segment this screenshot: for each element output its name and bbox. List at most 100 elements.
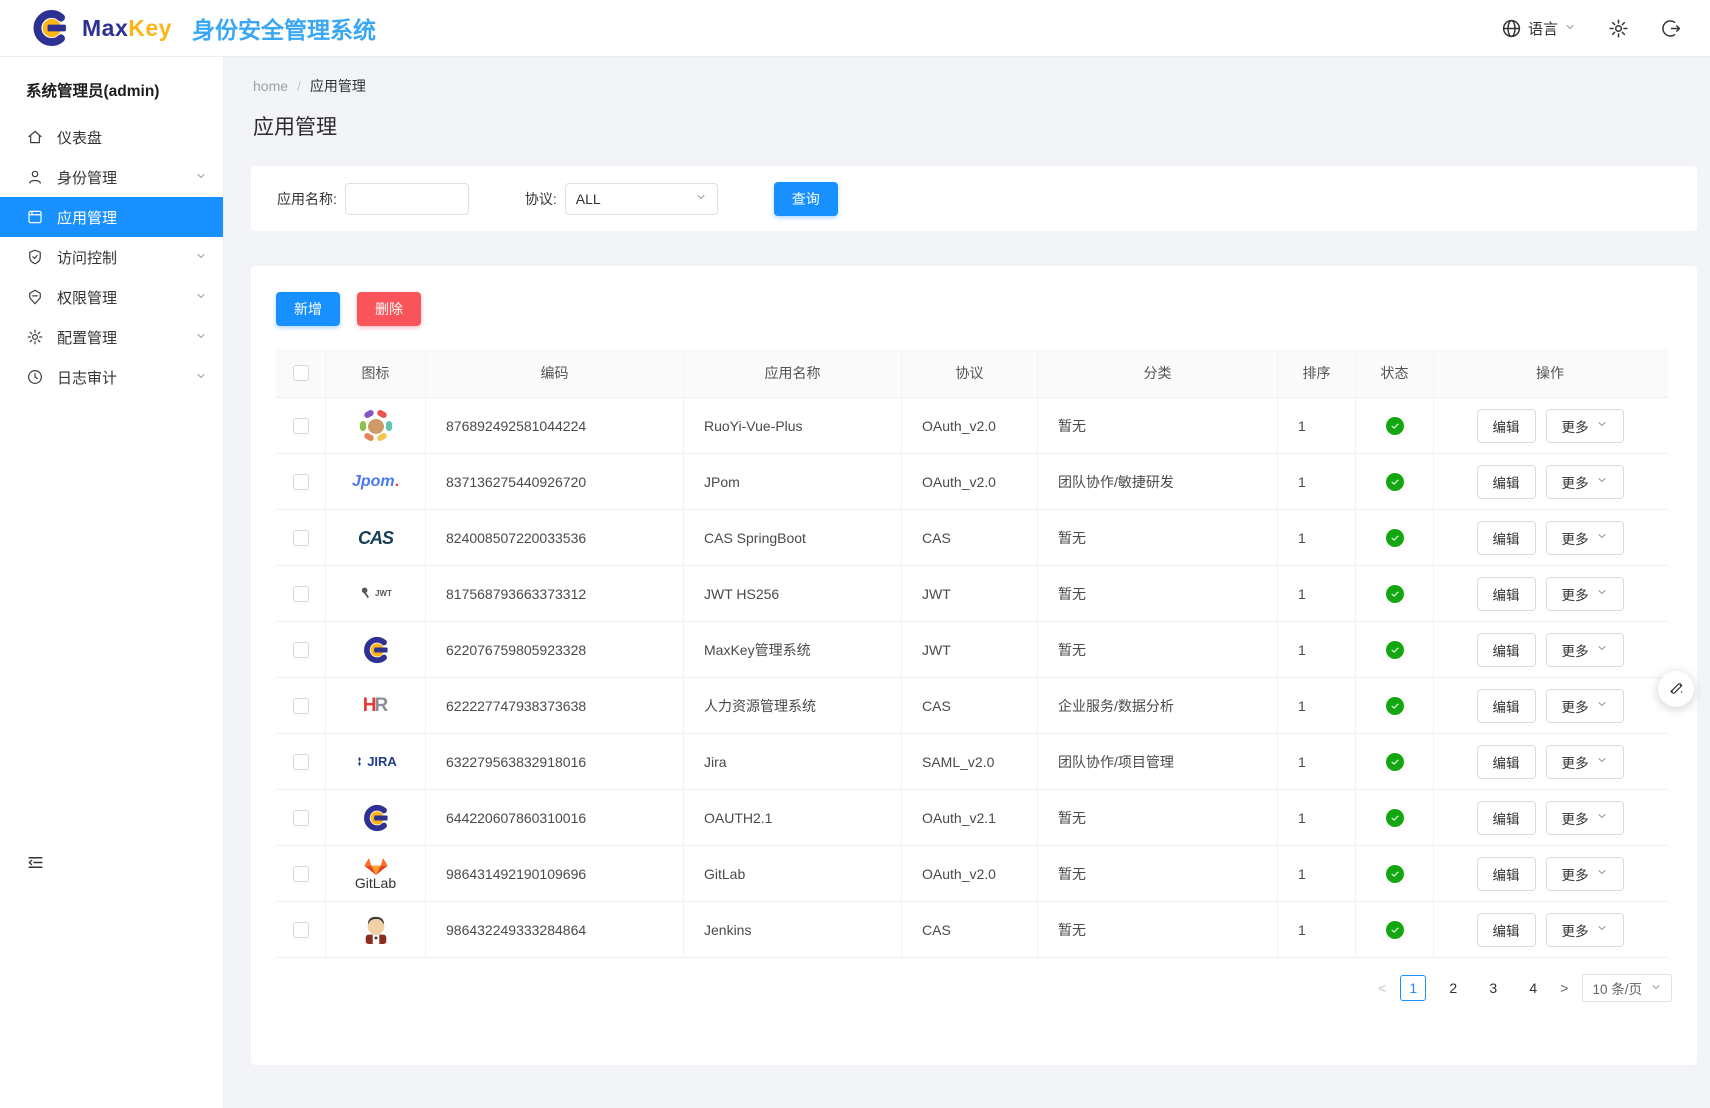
edit-button[interactable]: 编辑: [1477, 577, 1536, 611]
protocol-label: 协议:: [525, 189, 557, 209]
more-button[interactable]: 更多: [1546, 633, 1624, 667]
sidebar-item-perms[interactable]: 权限管理: [0, 277, 223, 317]
page-number-1[interactable]: 1: [1400, 975, 1426, 1001]
apps-table: 图标编码应用名称协议分类排序状态操作 876892492581044224Ruo…: [276, 349, 1668, 958]
app-name-label: 应用名称:: [277, 189, 337, 209]
chevron-down-icon: [195, 289, 207, 306]
app-name: RuoYi-Vue-Plus: [684, 398, 902, 453]
language-switcher[interactable]: 语言: [1501, 18, 1576, 39]
table-row: HR622227747938373638人力资源管理系统CAS企业服务/数据分析…: [276, 678, 1668, 734]
app-name-input[interactable]: [345, 183, 469, 215]
app-protocol: OAuth_v2.0: [902, 398, 1038, 453]
app-name: Jenkins: [684, 902, 902, 957]
app-protocol: JWT: [902, 566, 1038, 621]
more-button[interactable]: 更多: [1546, 689, 1624, 723]
page-size-select[interactable]: 10 条/页: [1582, 974, 1672, 1002]
brand: MaxKey 身份安全管理系统: [28, 6, 376, 50]
chevron-down-icon: [695, 190, 707, 208]
sidebar-item-label: 日志审计: [57, 367, 117, 388]
row-checkbox[interactable]: [293, 810, 309, 826]
edit-button[interactable]: 编辑: [1477, 801, 1536, 835]
delete-button[interactable]: 删除: [357, 292, 421, 326]
sidebar-item-access[interactable]: 访问控制: [0, 237, 223, 277]
chevron-down-icon: [1596, 866, 1608, 881]
row-checkbox-cell: [276, 734, 326, 789]
sidebar-item-label: 配置管理: [57, 327, 117, 348]
column-header: 分类: [1038, 349, 1278, 397]
more-button[interactable]: 更多: [1546, 409, 1624, 443]
page-number-3[interactable]: 3: [1480, 975, 1506, 1001]
edit-button[interactable]: 编辑: [1477, 521, 1536, 555]
app-status-cell: [1356, 902, 1434, 957]
row-checkbox[interactable]: [293, 530, 309, 546]
app-icon-maxkey: [326, 802, 425, 834]
page-number-4[interactable]: 4: [1520, 975, 1546, 1001]
sidebar-item-identity[interactable]: 身份管理: [0, 157, 223, 197]
edit-button[interactable]: 编辑: [1477, 633, 1536, 667]
more-button[interactable]: 更多: [1546, 465, 1624, 499]
sidebar-item-apps[interactable]: 应用管理: [0, 197, 223, 237]
app-sort: 1: [1278, 790, 1356, 845]
select-all-checkbox[interactable]: [293, 365, 309, 381]
chevron-down-icon: [1650, 981, 1662, 996]
row-actions: 编辑更多: [1434, 398, 1666, 453]
edit-button[interactable]: 编辑: [1477, 745, 1536, 779]
protocol-select[interactable]: ALL: [565, 183, 718, 215]
app-status-cell: [1356, 454, 1434, 509]
sidebar-collapse-icon[interactable]: [26, 853, 45, 877]
next-page-button[interactable]: >: [1560, 980, 1568, 996]
more-button[interactable]: 更多: [1546, 577, 1624, 611]
protocol-select-value: ALL: [576, 191, 601, 207]
home-icon: [26, 128, 44, 146]
settings-gear-icon[interactable]: [1608, 18, 1629, 39]
app-name: OAUTH2.1: [684, 790, 902, 845]
page-number-2[interactable]: 2: [1440, 975, 1466, 1001]
app-icon-cell: JWT: [326, 566, 426, 621]
app-protocol: CAS: [902, 510, 1038, 565]
row-checkbox[interactable]: [293, 922, 309, 938]
row-checkbox[interactable]: [293, 866, 309, 882]
edit-button[interactable]: 编辑: [1477, 857, 1536, 891]
breadcrumb-home-link[interactable]: home: [253, 78, 288, 94]
page-title: 应用管理: [253, 111, 1710, 141]
theme-settings-fab[interactable]: [1658, 671, 1694, 707]
row-actions: 编辑更多: [1434, 902, 1666, 957]
search-button[interactable]: 查询: [774, 182, 838, 216]
add-button[interactable]: 新增: [276, 292, 340, 326]
sidebar-item-dashboard[interactable]: 仪表盘: [0, 117, 223, 157]
app-protocol: OAuth_v2.1: [902, 790, 1038, 845]
sidebar-item-label: 访问控制: [57, 247, 117, 268]
app-category: 暂无: [1038, 902, 1278, 957]
prev-page-button[interactable]: <: [1378, 980, 1386, 996]
more-button[interactable]: 更多: [1546, 745, 1624, 779]
more-button[interactable]: 更多: [1546, 801, 1624, 835]
edit-button[interactable]: 编辑: [1477, 913, 1536, 947]
edit-button[interactable]: 编辑: [1477, 465, 1536, 499]
row-checkbox[interactable]: [293, 418, 309, 434]
row-actions: 编辑更多: [1434, 678, 1666, 733]
row-checkbox-cell: [276, 622, 326, 677]
row-checkbox[interactable]: [293, 642, 309, 658]
table-header: 图标编码应用名称协议分类排序状态操作: [276, 349, 1668, 398]
chevron-down-icon: [1596, 586, 1608, 601]
row-checkbox[interactable]: [293, 754, 309, 770]
edit-button[interactable]: 编辑: [1477, 689, 1536, 723]
app-icon-gitlab: GitLab: [326, 857, 425, 890]
table-row: 644220607860310016OAUTH2.1OAuth_v2.1暂无1编…: [276, 790, 1668, 846]
column-header: 排序: [1278, 349, 1356, 397]
row-checkbox[interactable]: [293, 474, 309, 490]
sidebar-item-config[interactable]: 配置管理: [0, 317, 223, 357]
sidebar-item-audit[interactable]: 日志审计: [0, 357, 223, 397]
logout-icon[interactable]: [1661, 18, 1682, 39]
edit-button[interactable]: 编辑: [1477, 409, 1536, 443]
app-sort: 1: [1278, 454, 1356, 509]
row-checkbox[interactable]: [293, 698, 309, 714]
more-button[interactable]: 更多: [1546, 521, 1624, 555]
pagination: <1234 >10 条/页: [276, 974, 1672, 1002]
app-category: 企业服务/数据分析: [1038, 678, 1278, 733]
more-button[interactable]: 更多: [1546, 857, 1624, 891]
row-checkbox-cell: [276, 454, 326, 509]
row-checkbox[interactable]: [293, 586, 309, 602]
more-button[interactable]: 更多: [1546, 913, 1624, 947]
app-category: 暂无: [1038, 398, 1278, 453]
